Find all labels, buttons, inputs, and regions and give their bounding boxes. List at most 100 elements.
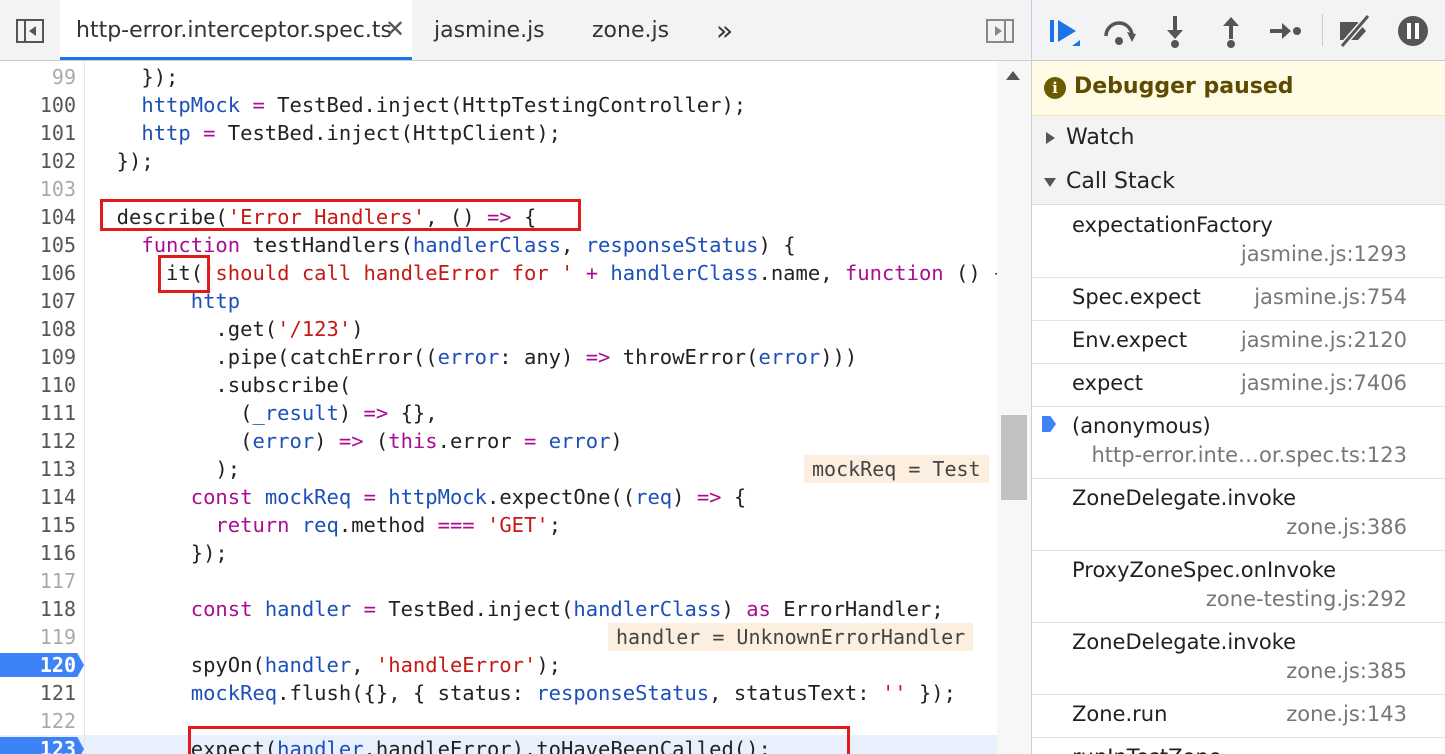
call-frame[interactable]: expect jasmine.js:7406 — [1032, 363, 1445, 407]
line-number[interactable]: 101 — [0, 119, 76, 147]
call-frame[interactable]: (anonymous) http-error.inte…or.spec.ts:12… — [1032, 406, 1445, 479]
toggle-debugger-icon[interactable] — [986, 19, 1014, 43]
frame-location[interactable]: http-error.inte…or.spec.ts:123 — [1091, 443, 1407, 467]
line-number[interactable]: 105 — [0, 231, 76, 259]
tab-label: jasmine.js — [434, 18, 545, 43]
frame-location[interactable]: zone.js:143 — [1286, 702, 1407, 726]
watch-section-header[interactable]: Watch — [1032, 116, 1445, 161]
step-out-icon[interactable] — [1212, 12, 1250, 50]
line-number[interactable]: 117 — [0, 567, 76, 595]
frame-location[interactable]: zone.js:386 — [1286, 515, 1407, 539]
code-line[interactable]: 112 (error) => (this.error = error) — [0, 427, 997, 455]
line-number[interactable]: 106 — [0, 259, 76, 287]
frame-function-name: expectationFactory — [1072, 213, 1273, 237]
frame-function-name: Spec.expect — [1072, 285, 1201, 309]
code-line[interactable]: 110 .subscribe( — [0, 371, 997, 399]
line-number[interactable]: 115 — [0, 511, 76, 539]
line-number[interactable]: 119 — [0, 623, 76, 651]
tab-jasmine-js[interactable]: jasmine.js — [434, 0, 545, 60]
code-line[interactable]: 105 function testHandlers(handlerClass, … — [0, 231, 997, 259]
call-frame[interactable]: ProxyZoneSpec.onInvoke zone-testing.js:29… — [1032, 550, 1445, 623]
line-number[interactable]: 120 — [0, 653, 76, 677]
line-number[interactable]: 103 — [0, 175, 76, 203]
frame-location[interactable]: jasmine.js:7406 — [1241, 371, 1407, 395]
frame-location[interactable]: jasmine.js:2120 — [1241, 328, 1407, 352]
code-line[interactable]: 120 spyOn(handler, 'handleError'); — [0, 651, 997, 679]
frame-location[interactable]: zone.js:385 — [1286, 659, 1407, 683]
line-number[interactable]: 116 — [0, 539, 76, 567]
code-line[interactable]: 106 it('should call handleError for ' + … — [0, 259, 997, 287]
line-number[interactable]: 108 — [0, 315, 76, 343]
code-text: .subscribe( — [92, 373, 352, 397]
source-editor-pane: http-error.interceptor.spec.ts ✕ jasmine… — [0, 0, 1032, 754]
line-number[interactable]: 111 — [0, 399, 76, 427]
code-line[interactable]: 116 }); — [0, 539, 997, 567]
tab-label: http-error.interceptor.spec.ts — [76, 18, 392, 43]
pause-on-exceptions-icon[interactable] — [1394, 12, 1432, 50]
line-number[interactable]: 110 — [0, 371, 76, 399]
line-number[interactable]: 122 — [0, 707, 76, 735]
close-tab-icon[interactable]: ✕ — [385, 0, 405, 60]
tab-http-error-interceptor-spec[interactable]: http-error.interceptor.spec.ts ✕ — [60, 0, 412, 60]
frame-function-name: ZoneDelegate.invoke — [1072, 486, 1297, 510]
frame-location[interactable]: jasmine.js:1293 — [1241, 242, 1407, 266]
call-frame[interactable]: runInTestZone — [1032, 737, 1445, 754]
call-frame[interactable]: Spec.expect jasmine.js:754 — [1032, 277, 1445, 321]
deactivate-breakpoints-icon[interactable] — [1336, 12, 1374, 50]
step-into-icon[interactable] — [1156, 12, 1194, 50]
paused-label: Debugger paused — [1074, 74, 1294, 99]
frame-function-name: runInTestZone — [1072, 745, 1222, 754]
frame-location[interactable]: jasmine.js:754 — [1254, 285, 1407, 309]
call-frame[interactable]: Zone.run zone.js:143 — [1032, 694, 1445, 738]
scrollbar-thumb[interactable] — [1001, 415, 1027, 500]
line-number[interactable]: 121 — [0, 679, 76, 707]
code-line[interactable]: 109 .pipe(catchError((error: any) => thr… — [0, 343, 997, 371]
code-line[interactable]: 117 — [0, 567, 997, 595]
toggle-navigator-icon[interactable] — [16, 19, 44, 43]
code-line[interactable]: 102 }); — [0, 147, 997, 175]
code-area[interactable]: 99 }); 100 httpMock = TestBed.inject(Http… — [0, 61, 997, 754]
tab-zone-js[interactable]: zone.js — [592, 0, 669, 60]
code-line[interactable]: 99 }); — [0, 63, 997, 91]
code-text: (error) => (this.error = error) — [92, 429, 623, 453]
more-tabs-icon[interactable]: » — [716, 0, 733, 60]
code-line[interactable]: 100 httpMock = TestBed.inject(HttpTestin… — [0, 91, 997, 119]
step-over-icon[interactable] — [1100, 12, 1138, 50]
line-number[interactable]: 102 — [0, 147, 76, 175]
line-number[interactable]: 113 — [0, 455, 76, 483]
code-line[interactable]: 101 http = TestBed.inject(HttpClient); — [0, 119, 997, 147]
code-line[interactable]: 121 mockReq.flush({}, { status: response… — [0, 679, 997, 707]
code-text: httpMock = TestBed.inject(HttpTestingCon… — [141, 93, 747, 117]
call-frame[interactable]: expectationFactory jasmine.js:1293 — [1032, 205, 1445, 278]
line-number[interactable]: 112 — [0, 427, 76, 455]
line-number[interactable]: 123 — [0, 737, 76, 754]
code-line[interactable]: 115 return req.method === 'GET'; — [0, 511, 997, 539]
frame-function-name: Zone.run — [1072, 702, 1168, 726]
line-number[interactable]: 100 — [0, 91, 76, 119]
resume-icon[interactable] — [1046, 12, 1084, 50]
frame-location[interactable]: zone-testing.js:292 — [1206, 587, 1407, 611]
line-number[interactable]: 118 — [0, 595, 76, 623]
line-number[interactable]: 114 — [0, 483, 76, 511]
scroll-up-icon[interactable] — [1006, 71, 1020, 80]
call-frame[interactable]: ZoneDelegate.invoke zone.js:385 — [1032, 622, 1445, 695]
call-frame[interactable]: Env.expect jasmine.js:2120 — [1032, 320, 1445, 364]
callstack-section-header[interactable]: Call Stack — [1032, 160, 1445, 205]
vertical-scrollbar[interactable] — [997, 61, 1031, 754]
line-number[interactable]: 109 — [0, 343, 76, 371]
step-icon[interactable] — [1266, 12, 1304, 50]
highlight-it — [158, 255, 210, 293]
code-line[interactable]: 107 http — [0, 287, 997, 315]
line-number[interactable]: 99 — [0, 63, 76, 91]
line-number[interactable]: 107 — [0, 287, 76, 315]
code-line[interactable]: 111 (_result) => {}, — [0, 399, 997, 427]
code-text: http = TestBed.inject(HttpClient); — [141, 121, 562, 145]
call-frame[interactable]: ZoneDelegate.invoke zone.js:386 — [1032, 478, 1445, 551]
breakpoint-marker[interactable]: 120 — [0, 653, 84, 677]
breakpoint-marker[interactable]: 123 — [0, 737, 84, 754]
line-number[interactable]: 104 — [0, 203, 76, 231]
code-line[interactable]: 108 .get('/123') — [0, 315, 997, 343]
code-line[interactable]: 114 const mockReq = httpMock.expectOne((… — [0, 483, 997, 511]
inline-variable-value: handler = UnknownErrorHandler — [608, 623, 974, 651]
code-line[interactable]: 118 const handler = TestBed.inject(handl… — [0, 595, 997, 623]
